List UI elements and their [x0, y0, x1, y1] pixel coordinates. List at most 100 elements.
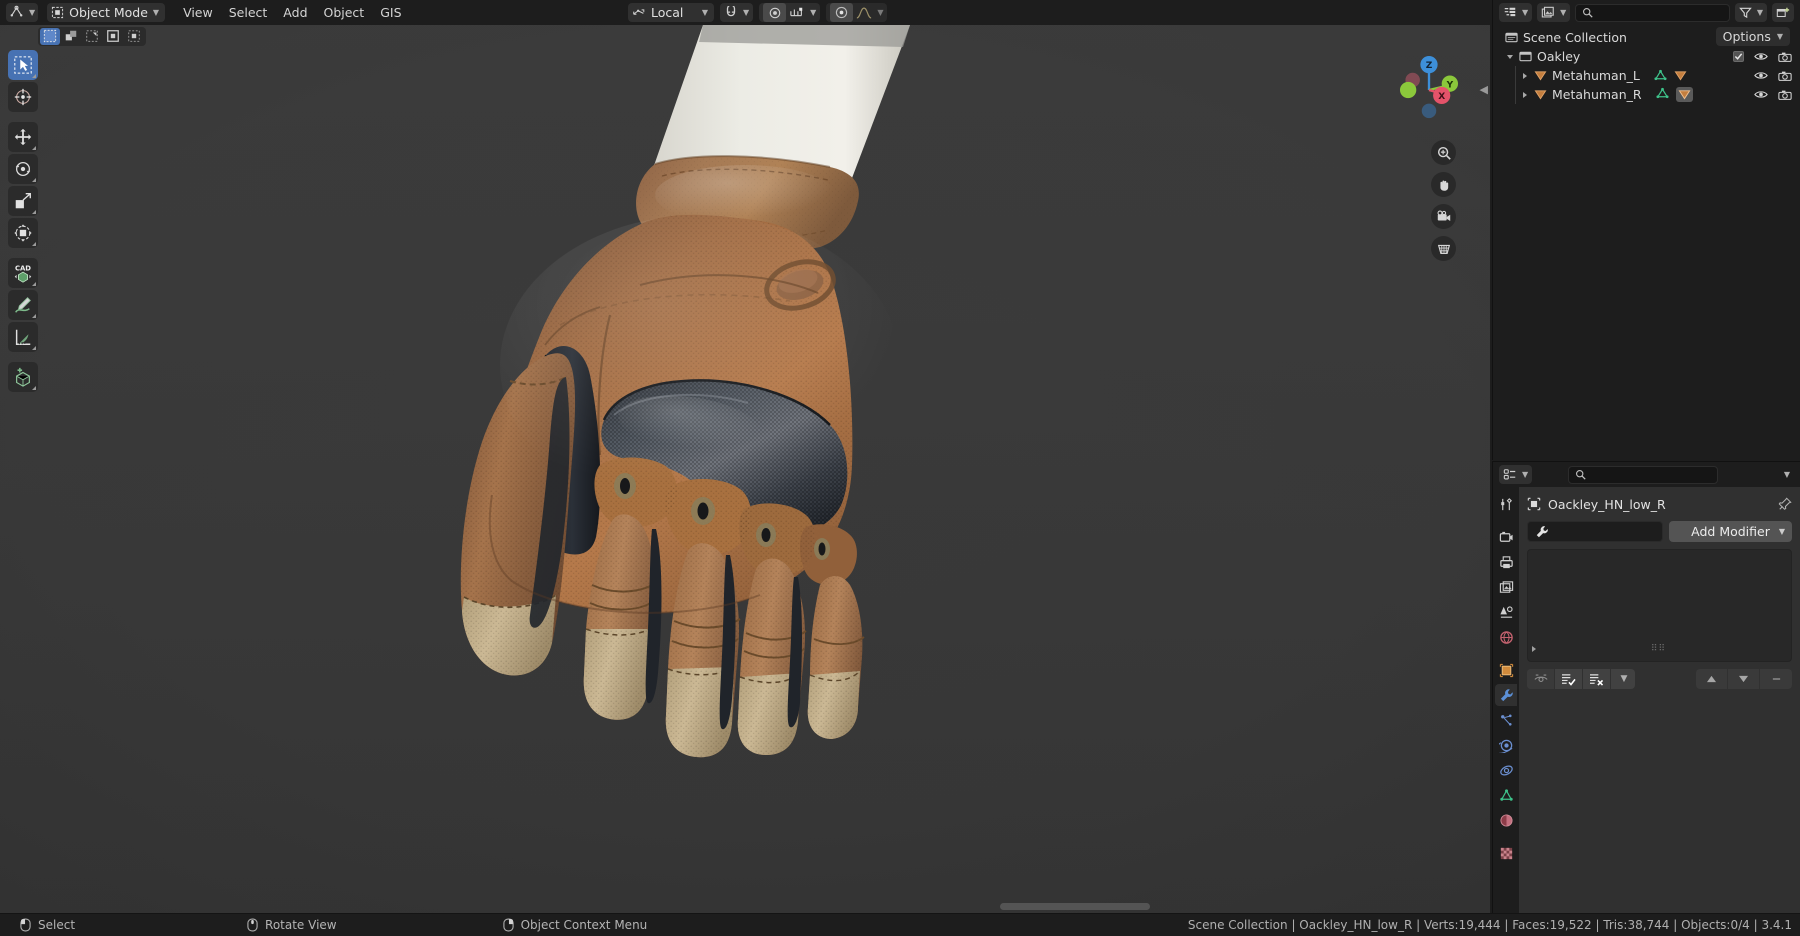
move-up-icon[interactable]: [1696, 669, 1728, 689]
properties-breadcrumb: Oackley_HN_low_R: [1527, 493, 1792, 515]
select-mode-group[interactable]: [38, 27, 146, 46]
select-mode-tweak[interactable]: [40, 28, 60, 45]
snap-settings[interactable]: ▼: [720, 3, 753, 22]
properties-tab-constraints[interactable]: [1495, 759, 1517, 781]
properties-editor: ▼ ▼: [1492, 461, 1800, 913]
mode-selector[interactable]: Object Mode ▼: [47, 3, 165, 22]
snap-increment-icon[interactable]: [789, 6, 805, 20]
outliner-display-filter-button[interactable]: ▼: [1537, 3, 1570, 22]
tool-move[interactable]: [8, 122, 38, 152]
object-data-icon-selected[interactable]: [1676, 87, 1693, 102]
mesh-data-icon[interactable]: [1656, 87, 1669, 102]
tool-transform[interactable]: [8, 218, 38, 248]
outliner-label-scene-collection: Scene Collection: [1523, 30, 1627, 45]
delete-modifier-icon[interactable]: [1583, 669, 1611, 689]
expand-triangle-icon[interactable]: [1523, 92, 1527, 98]
disable-in-renders-camera-icon[interactable]: [1778, 51, 1792, 63]
expand-triangle-icon[interactable]: [1523, 73, 1527, 79]
transform-orientation-selector[interactable]: Local ▼: [628, 3, 714, 22]
hide-in-viewport-eye-icon[interactable]: [1754, 51, 1768, 62]
new-collection-button[interactable]: [1772, 3, 1794, 22]
viewport-sidebar-toggle[interactable]: ◀: [1480, 83, 1488, 96]
pin-icon[interactable]: [1778, 497, 1792, 511]
tool-tweak[interactable]: [8, 50, 38, 80]
mode-label: Object Mode: [69, 5, 148, 20]
outliner-filter-button[interactable]: ▼: [1735, 3, 1767, 22]
add-modifier-button[interactable]: Add Modifier ▼: [1669, 521, 1792, 542]
menu-object[interactable]: Object: [316, 3, 373, 22]
status-hint-rotate-label: Rotate View: [265, 918, 337, 932]
properties-tab-tool[interactable]: [1495, 493, 1517, 515]
toggle-perspective-icon[interactable]: [1431, 236, 1456, 261]
tool-cursor[interactable]: [8, 82, 38, 112]
move-down-icon[interactable]: [1728, 669, 1760, 689]
hide-in-viewport-eye-icon[interactable]: [1754, 89, 1768, 100]
menu-view[interactable]: View: [175, 3, 221, 22]
properties-tab-data[interactable]: [1495, 784, 1517, 806]
proportional-editing-group[interactable]: ▼: [759, 3, 820, 22]
pan-hand-icon[interactable]: [1431, 172, 1456, 197]
tool-add-cube[interactable]: [8, 362, 38, 392]
tool-cad-transform[interactable]: CAD: [8, 258, 38, 288]
select-mode-all[interactable]: [124, 28, 144, 45]
outliner-row-metahuman-l[interactable]: Metahuman_L: [1493, 66, 1800, 85]
outliner-search-box[interactable]: [1575, 4, 1730, 22]
object-data-icon[interactable]: [1674, 69, 1687, 82]
viewport-3d[interactable]: CAD: [0, 25, 1490, 913]
menu-gis[interactable]: GIS: [372, 3, 409, 22]
viewport-options-dropdown[interactable]: Options ▼: [1716, 27, 1790, 46]
falloff-curve-icon[interactable]: [856, 6, 872, 20]
properties-tab-view-layer[interactable]: [1495, 576, 1517, 598]
editor-type-selector[interactable]: ▼: [6, 3, 38, 22]
menu-select[interactable]: Select: [221, 3, 276, 22]
properties-tab-object[interactable]: [1495, 659, 1517, 681]
tool-measure[interactable]: [8, 322, 38, 352]
properties-editor-type-button[interactable]: ▼: [1499, 465, 1532, 484]
outliner-row-metahuman-r[interactable]: Metahuman_R: [1493, 85, 1800, 104]
mesh-data-icon[interactable]: [1654, 69, 1667, 82]
outliner-row-oakley[interactable]: Oakley: [1493, 47, 1800, 66]
horizontal-scrollbar[interactable]: [1000, 903, 1150, 910]
falloff-group[interactable]: ▼: [826, 3, 887, 22]
properties-tab-modifier[interactable]: [1495, 684, 1517, 706]
drag-grip-dots[interactable]: ⠿⠿: [1651, 644, 1666, 654]
properties-tab-render[interactable]: [1495, 526, 1517, 548]
tool-rotate[interactable]: [8, 154, 38, 184]
zoom-icon[interactable]: [1431, 140, 1456, 165]
proportional-editing-toggle[interactable]: [763, 3, 786, 22]
display-in-editmode-icon[interactable]: [1527, 669, 1555, 689]
select-mode-lasso[interactable]: [103, 28, 123, 45]
pivot-point-icon[interactable]: [830, 3, 853, 22]
tool-annotate[interactable]: [8, 290, 38, 320]
disable-in-renders-camera-icon[interactable]: [1778, 89, 1792, 101]
properties-search-box[interactable]: [1568, 466, 1718, 484]
modifier-extras-dropdown-icon[interactable]: ▼: [1611, 669, 1635, 689]
viewport-nav-gizmo[interactable]: Z Y X: [1390, 51, 1468, 129]
outliner-search-input[interactable]: [1598, 6, 1723, 20]
properties-tab-physics[interactable]: [1495, 734, 1517, 756]
properties-search-input[interactable]: [1591, 468, 1711, 482]
camera-view-icon[interactable]: [1431, 204, 1456, 229]
properties-tab-particles[interactable]: [1495, 709, 1517, 731]
tool-scale[interactable]: [8, 186, 38, 216]
disable-in-renders-camera-icon[interactable]: [1778, 70, 1792, 82]
apply-modifier-icon[interactable]: [1555, 669, 1583, 689]
hide-in-viewport-eye-icon[interactable]: [1754, 70, 1768, 81]
menu-add[interactable]: Add: [275, 3, 315, 22]
modifier-stack-list[interactable]: ⠿⠿: [1527, 549, 1792, 662]
outliner-editor-type-button[interactable]: ▼: [1499, 3, 1532, 22]
properties-tab-material[interactable]: [1495, 809, 1517, 831]
properties-tab-world[interactable]: [1495, 626, 1517, 648]
modifier-search-field[interactable]: [1527, 521, 1663, 542]
select-mode-box[interactable]: [61, 28, 81, 45]
collection-exclude-checkbox[interactable]: [1733, 51, 1744, 62]
modifier-search-input[interactable]: [1554, 525, 1655, 539]
properties-tab-scene[interactable]: [1495, 601, 1517, 623]
expand-triangle-icon[interactable]: [1532, 646, 1536, 652]
select-mode-circle[interactable]: [82, 28, 102, 45]
expand-triangle-icon[interactable]: [1507, 55, 1513, 59]
properties-tab-output[interactable]: [1495, 551, 1517, 573]
properties-tab-texture[interactable]: [1495, 842, 1517, 864]
collapse-icon[interactable]: [1760, 669, 1792, 689]
properties-header-menu-icon[interactable]: ▼: [1784, 470, 1790, 479]
